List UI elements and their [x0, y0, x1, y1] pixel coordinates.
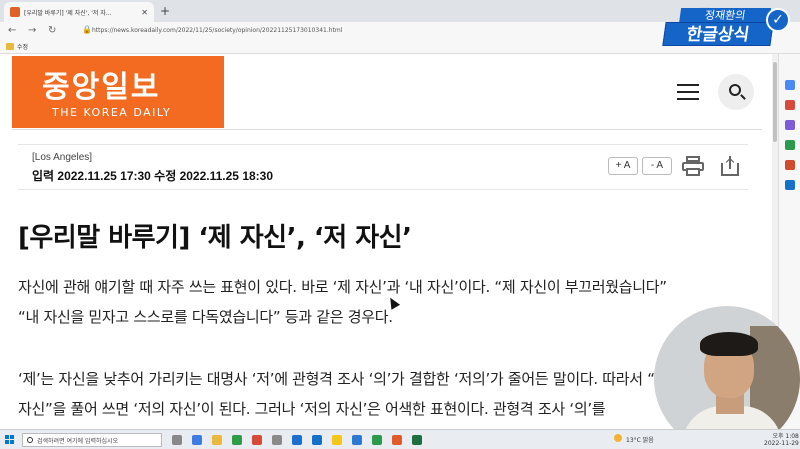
site-header: 중앙일보 THE KOREA DAILY [12, 56, 762, 130]
excel-icon[interactable] [412, 435, 422, 445]
taskbar-app-icon[interactable] [352, 435, 362, 445]
share-icon[interactable] [720, 155, 740, 177]
sidebar-outlook-icon[interactable] [785, 180, 795, 190]
taskbar-app-icon[interactable] [192, 435, 202, 445]
bookmark-folder[interactable]: 수정 [17, 42, 28, 51]
site-logo[interactable]: 중앙일보 THE KOREA DAILY [12, 56, 224, 128]
paragraph-line: “내 자신을 믿자고 스스로를 다독였습니다” 등과 같은 경우다. [18, 308, 393, 326]
article-date: 입력 2022.11.25 17:30 수정 2022.11.25 18:30 [32, 169, 274, 183]
font-decrease-button[interactable]: - A [642, 157, 672, 175]
sidebar-shopping-icon[interactable] [785, 100, 795, 110]
paragraph-line: 자신”을 풀어 쓰면 ‘저의 자신’이 된다. 그러나 ‘저의 자신’은 어색한… [18, 400, 606, 418]
tab-title: [우리말 바루기] '제 자신', '저 자... [24, 9, 112, 17]
overlay-bottom-text: 한글상식 [662, 22, 774, 46]
webcam-overlay [654, 306, 800, 449]
task-view-icon[interactable] [172, 435, 182, 445]
menu-icon[interactable] [677, 84, 699, 100]
sidebar-office-icon[interactable] [785, 160, 795, 170]
search-icon [729, 84, 741, 96]
taskbar-app-icon[interactable] [252, 435, 262, 445]
taskbar-app-icon[interactable] [372, 435, 382, 445]
file-explorer-icon[interactable] [212, 435, 222, 445]
powerpoint-icon[interactable] [392, 435, 402, 445]
reload-button[interactable]: ↻ [48, 25, 56, 36]
article-meta-bar: [Los Angeles] 입력 2022.11.25 17:30 수정 202… [18, 144, 748, 190]
edge-icon[interactable] [292, 435, 302, 445]
print-icon[interactable] [682, 155, 704, 177]
system-clock[interactable]: 오후 1:08 2022-11-29 [764, 433, 799, 447]
taskbar-app-icon[interactable] [312, 435, 322, 445]
taskbar-search-placeholder: 검색하려면 여기에 입력하십시오 [37, 438, 119, 445]
channel-logo-overlay: 정재환의 한글상식 ✓ [660, 0, 796, 52]
sidebar-search-icon[interactable] [785, 80, 795, 90]
new-tab-button[interactable]: + [160, 4, 170, 18]
taskbar-app-icon[interactable] [272, 435, 282, 445]
paragraph-line: ‘제’는 자신을 낮추어 가리키는 대명사 ‘저’에 관형격 조사 ‘의’가 결… [18, 370, 669, 388]
sidebar-tools-icon[interactable] [785, 120, 795, 130]
taskbar: 검색하려면 여기에 입력하십시오 13°C 맑음 오후 1:08 2022-11… [0, 429, 800, 449]
search-icon [27, 437, 33, 443]
kakao-icon[interactable] [332, 435, 342, 445]
close-tab-icon[interactable]: ✕ [141, 8, 148, 17]
article-location: [Los Angeles] [32, 152, 93, 163]
weather-text[interactable]: 13°C 맑음 [626, 435, 654, 444]
article-title: [우리말 바루기] ‘제 자신’, ‘저 자신’ [18, 223, 412, 253]
search-button[interactable] [718, 74, 754, 110]
browser-tab[interactable]: [우리말 바루기] '제 자신', '저 자... ✕ [4, 2, 154, 22]
paragraph-line: 자신에 관해 얘기할 때 자주 쓰는 표현이 있다. 바로 ‘제 자신’과 ‘내… [18, 278, 667, 296]
url-field[interactable]: https://news.koreadaily.com/2022/11/25/s… [92, 25, 632, 37]
back-button[interactable]: ← [8, 25, 16, 36]
lock-icon: 🔒 [82, 25, 92, 34]
windows-start-icon[interactable] [5, 435, 15, 445]
font-increase-button[interactable]: + A [608, 157, 638, 175]
taskbar-search-field[interactable]: 검색하려면 여기에 입력하십시오 [22, 433, 162, 447]
logo-korean-text: 중앙일보 [42, 70, 161, 105]
check-icon: ✓ [766, 8, 790, 32]
scroll-thumb[interactable] [773, 62, 777, 142]
chrome-icon[interactable] [232, 435, 242, 445]
clock-time: 오후 1:08 [772, 433, 799, 440]
clock-date: 2022-11-29 [764, 440, 799, 447]
logo-english-text: THE KOREA DAILY [52, 106, 172, 119]
forward-button[interactable]: → [28, 25, 36, 36]
folder-icon [6, 43, 14, 50]
weather-icon[interactable] [614, 434, 622, 442]
sidebar-games-icon[interactable] [785, 140, 795, 150]
favicon-icon [10, 7, 20, 17]
